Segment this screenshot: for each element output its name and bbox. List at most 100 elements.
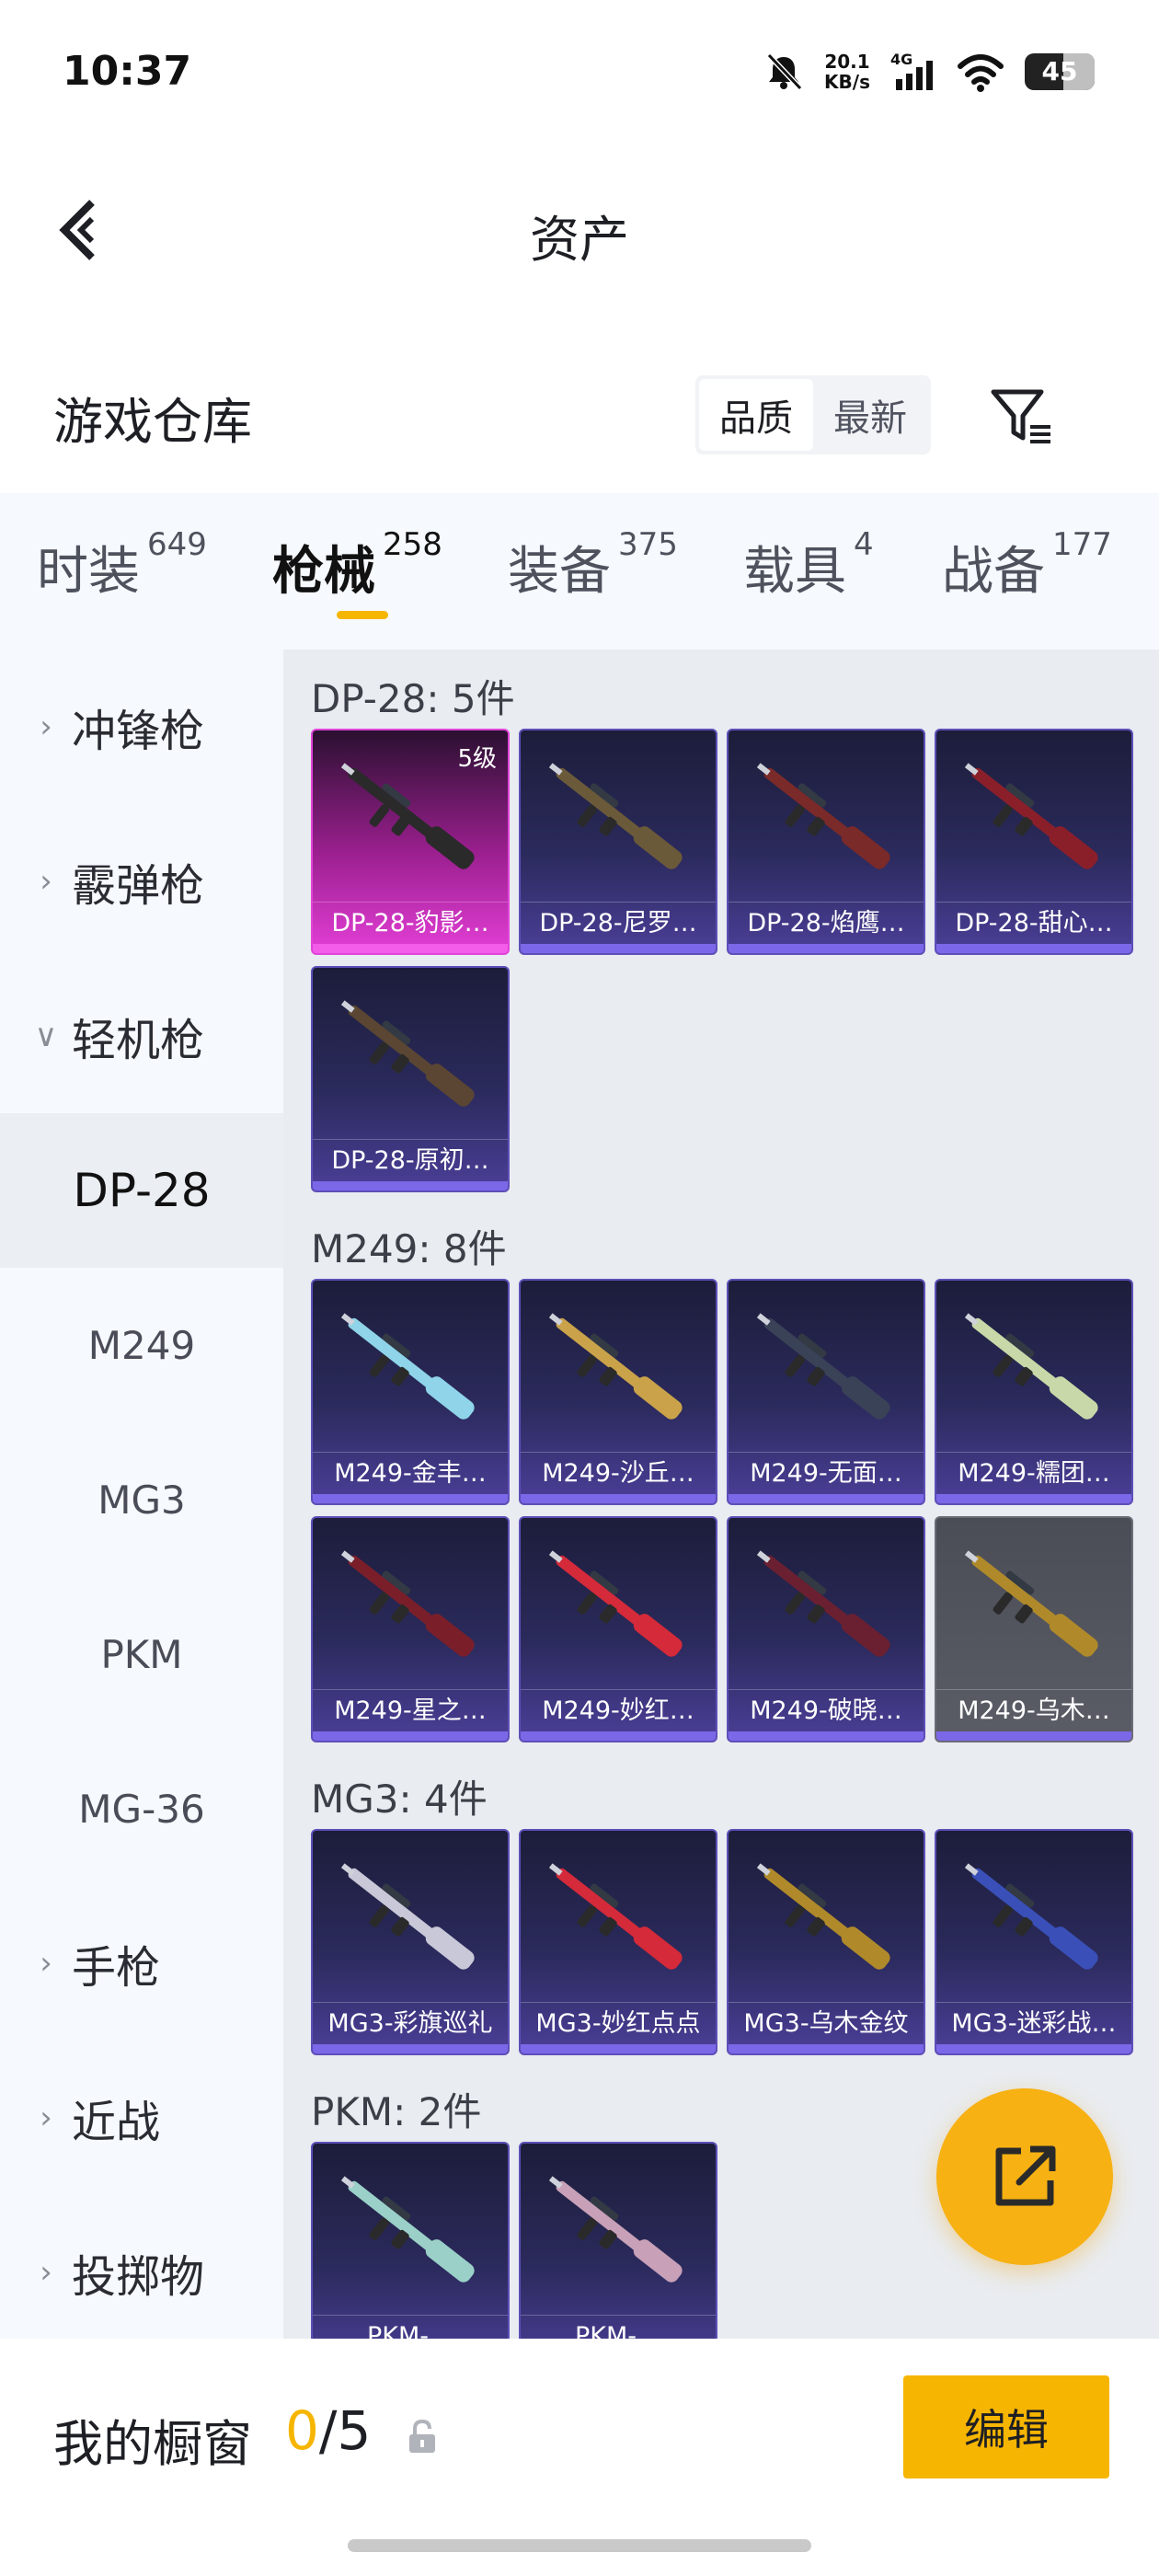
edit-button[interactable]: 编辑 — [903, 2375, 1109, 2478]
weapon-card[interactable]: MG3-乌木金纹 — [727, 1829, 925, 2055]
sidebar-item[interactable]: › 手枪 — [0, 1886, 283, 2041]
weapon-card[interactable]: M249-金丰… — [311, 1279, 510, 1505]
sidebar-item[interactable]: M249 — [0, 1268, 283, 1422]
weapon-card[interactable]: M249-星之… — [311, 1516, 510, 1742]
sort-toggle: 品质 最新 — [695, 375, 931, 454]
group-title: DP-28: 5件 — [311, 676, 515, 721]
weapon-name: M249-妙红… — [521, 1689, 716, 1731]
sidebar-item-label: 轻机枪 — [72, 1015, 205, 1066]
gun-icon — [964, 1863, 1098, 1970]
level-badge: 5级 — [457, 745, 497, 773]
sidebar-item[interactable]: MG3 — [0, 1422, 283, 1577]
sidebar-item[interactable]: › 近战 — [0, 2041, 283, 2195]
tab-label: 枪械 — [272, 542, 375, 602]
showcase-label: 我的橱窗 — [53, 2415, 252, 2473]
weapon-card[interactable]: M249-妙红… — [519, 1516, 717, 1742]
chevron-right-icon: › — [40, 1945, 52, 1982]
filter-button[interactable] — [984, 379, 1058, 453]
sidebar-item[interactable]: › 投掷物 — [0, 2195, 283, 2350]
gun-icon — [964, 1550, 1098, 1657]
share-icon — [995, 2145, 1056, 2206]
weapon-card[interactable]: MG3-彩旗巡礼 — [311, 1829, 510, 2055]
tab-count: 4 — [854, 526, 874, 563]
battery-icon: 45 — [1025, 53, 1095, 90]
tab-count: 177 — [1052, 526, 1112, 563]
weapon-name: M249-星之… — [313, 1689, 508, 1731]
battery-level: 45 — [1041, 56, 1078, 86]
sort-option-quality[interactable]: 品质 — [699, 379, 813, 451]
chevron-right-icon: › — [40, 863, 52, 900]
network-speed: 20.1 KB/s — [824, 52, 870, 92]
weapon-card[interactable]: M249-糯团… — [935, 1279, 1133, 1505]
tab-equipment[interactable]: 装备 375 — [508, 526, 678, 604]
tab-label: 载具 — [743, 542, 846, 602]
tab-count: 375 — [618, 526, 678, 563]
weapon-card[interactable]: M249-破晓… — [727, 1516, 925, 1742]
sidebar-item[interactable]: MG-36 — [0, 1731, 283, 1886]
weapon-card[interactable]: 5级 DP-28-豹影… — [311, 729, 510, 955]
weapon-name: MG3-彩旗巡礼 — [313, 2002, 508, 2044]
weapon-card[interactable]: PKM-… — [519, 2142, 717, 2339]
tab-label: 战备 — [942, 542, 1045, 602]
sidebar-item-label: 投掷物 — [72, 2251, 205, 2303]
sidebar-item-label: 霰弹枪 — [72, 860, 205, 912]
cellular-signal-icon: 4G — [890, 52, 933, 90]
weapon-card[interactable]: MG3-迷彩战… — [935, 1829, 1133, 2055]
sort-option-newest[interactable]: 最新 — [813, 379, 927, 451]
network-speed-unit: KB/s — [824, 71, 870, 93]
gun-icon — [340, 1000, 475, 1107]
rarity-bar — [313, 1181, 508, 1190]
lock-icon — [409, 2419, 435, 2453]
weapon-name: DP-28-甜心… — [936, 902, 1131, 944]
gun-icon — [340, 1313, 475, 1420]
weapon-card[interactable]: PKM-… — [311, 2142, 510, 2339]
tab-label: 装备 — [508, 542, 611, 602]
share-fab[interactable] — [936, 2088, 1113, 2265]
sidebar-item[interactable]: PKM — [0, 1577, 283, 1731]
gun-icon — [340, 1863, 475, 1970]
gun-icon — [964, 1313, 1098, 1420]
chevron-down-icon: ∨ — [34, 1018, 58, 1054]
group-title: MG3: 4件 — [311, 1777, 488, 1822]
sidebar-item[interactable]: ∨ 轻机枪 — [0, 959, 283, 1113]
sidebar-item-label: MG3 — [98, 1477, 186, 1523]
showcase-current: 0 — [285, 2399, 319, 2462]
rarity-bar — [729, 1731, 924, 1741]
rarity-bar — [313, 2044, 508, 2053]
weapon-card[interactable]: MG3-妙红点点 — [519, 1829, 717, 2055]
rarity-bar — [521, 944, 716, 953]
rarity-bar — [313, 1494, 508, 1503]
status-icons: 20.1 KB/s 4G 45 — [763, 46, 1095, 98]
weapon-card[interactable]: M249-乌木… — [935, 1516, 1133, 1742]
weapon-card[interactable]: DP-28-甜心… — [935, 729, 1133, 955]
sidebar-item[interactable]: DP-28 — [0, 1113, 283, 1268]
group-title: M249: 8件 — [311, 1226, 507, 1271]
warehouse-title: 游戏仓库 — [53, 393, 252, 451]
weapon-name: M249-破晓… — [729, 1689, 924, 1731]
weapon-card[interactable]: DP-28-焰鹰… — [727, 729, 925, 955]
sidebar-item-label: PKM — [100, 1631, 183, 1677]
weapon-card[interactable]: DP-28-原初… — [311, 966, 510, 1192]
weapon-grid: DP-28: 5件 5级 DP-28-豹影… DP-28-尼罗… DP-28-焰鹰… DP… — [283, 650, 1159, 2339]
rarity-bar — [521, 1731, 716, 1741]
status-bar: 10:37 20.1 KB/s 4G 45 — [0, 0, 1159, 138]
tab-supplies[interactable]: 战备 177 — [942, 526, 1112, 604]
weapon-name: DP-28-焰鹰… — [729, 902, 924, 944]
sidebar-item[interactable]: › 霰弹枪 — [0, 804, 283, 959]
chevron-right-icon: › — [40, 708, 52, 745]
tab-guns[interactable]: 枪械 258 — [272, 526, 442, 604]
gun-icon — [548, 763, 683, 869]
weapon-card[interactable]: M249-无面… — [727, 1279, 925, 1505]
tab-vehicles[interactable]: 载具 4 — [743, 526, 874, 604]
weapon-card[interactable]: DP-28-尼罗… — [519, 729, 717, 955]
home-indicator[interactable] — [348, 2539, 811, 2552]
weapon-name: M249-无面… — [729, 1452, 924, 1494]
tab-fashion[interactable]: 时装 649 — [37, 526, 207, 604]
weapon-card[interactable]: M249-沙丘… — [519, 1279, 717, 1505]
gun-icon — [340, 2176, 475, 2283]
rarity-bar — [936, 944, 1131, 953]
weapon-name: DP-28-原初… — [313, 1139, 508, 1181]
sidebar-item[interactable]: › 冲锋枪 — [0, 650, 283, 804]
chevron-right-icon: › — [40, 2099, 52, 2136]
weapon-name: MG3-迷彩战… — [936, 2002, 1131, 2044]
